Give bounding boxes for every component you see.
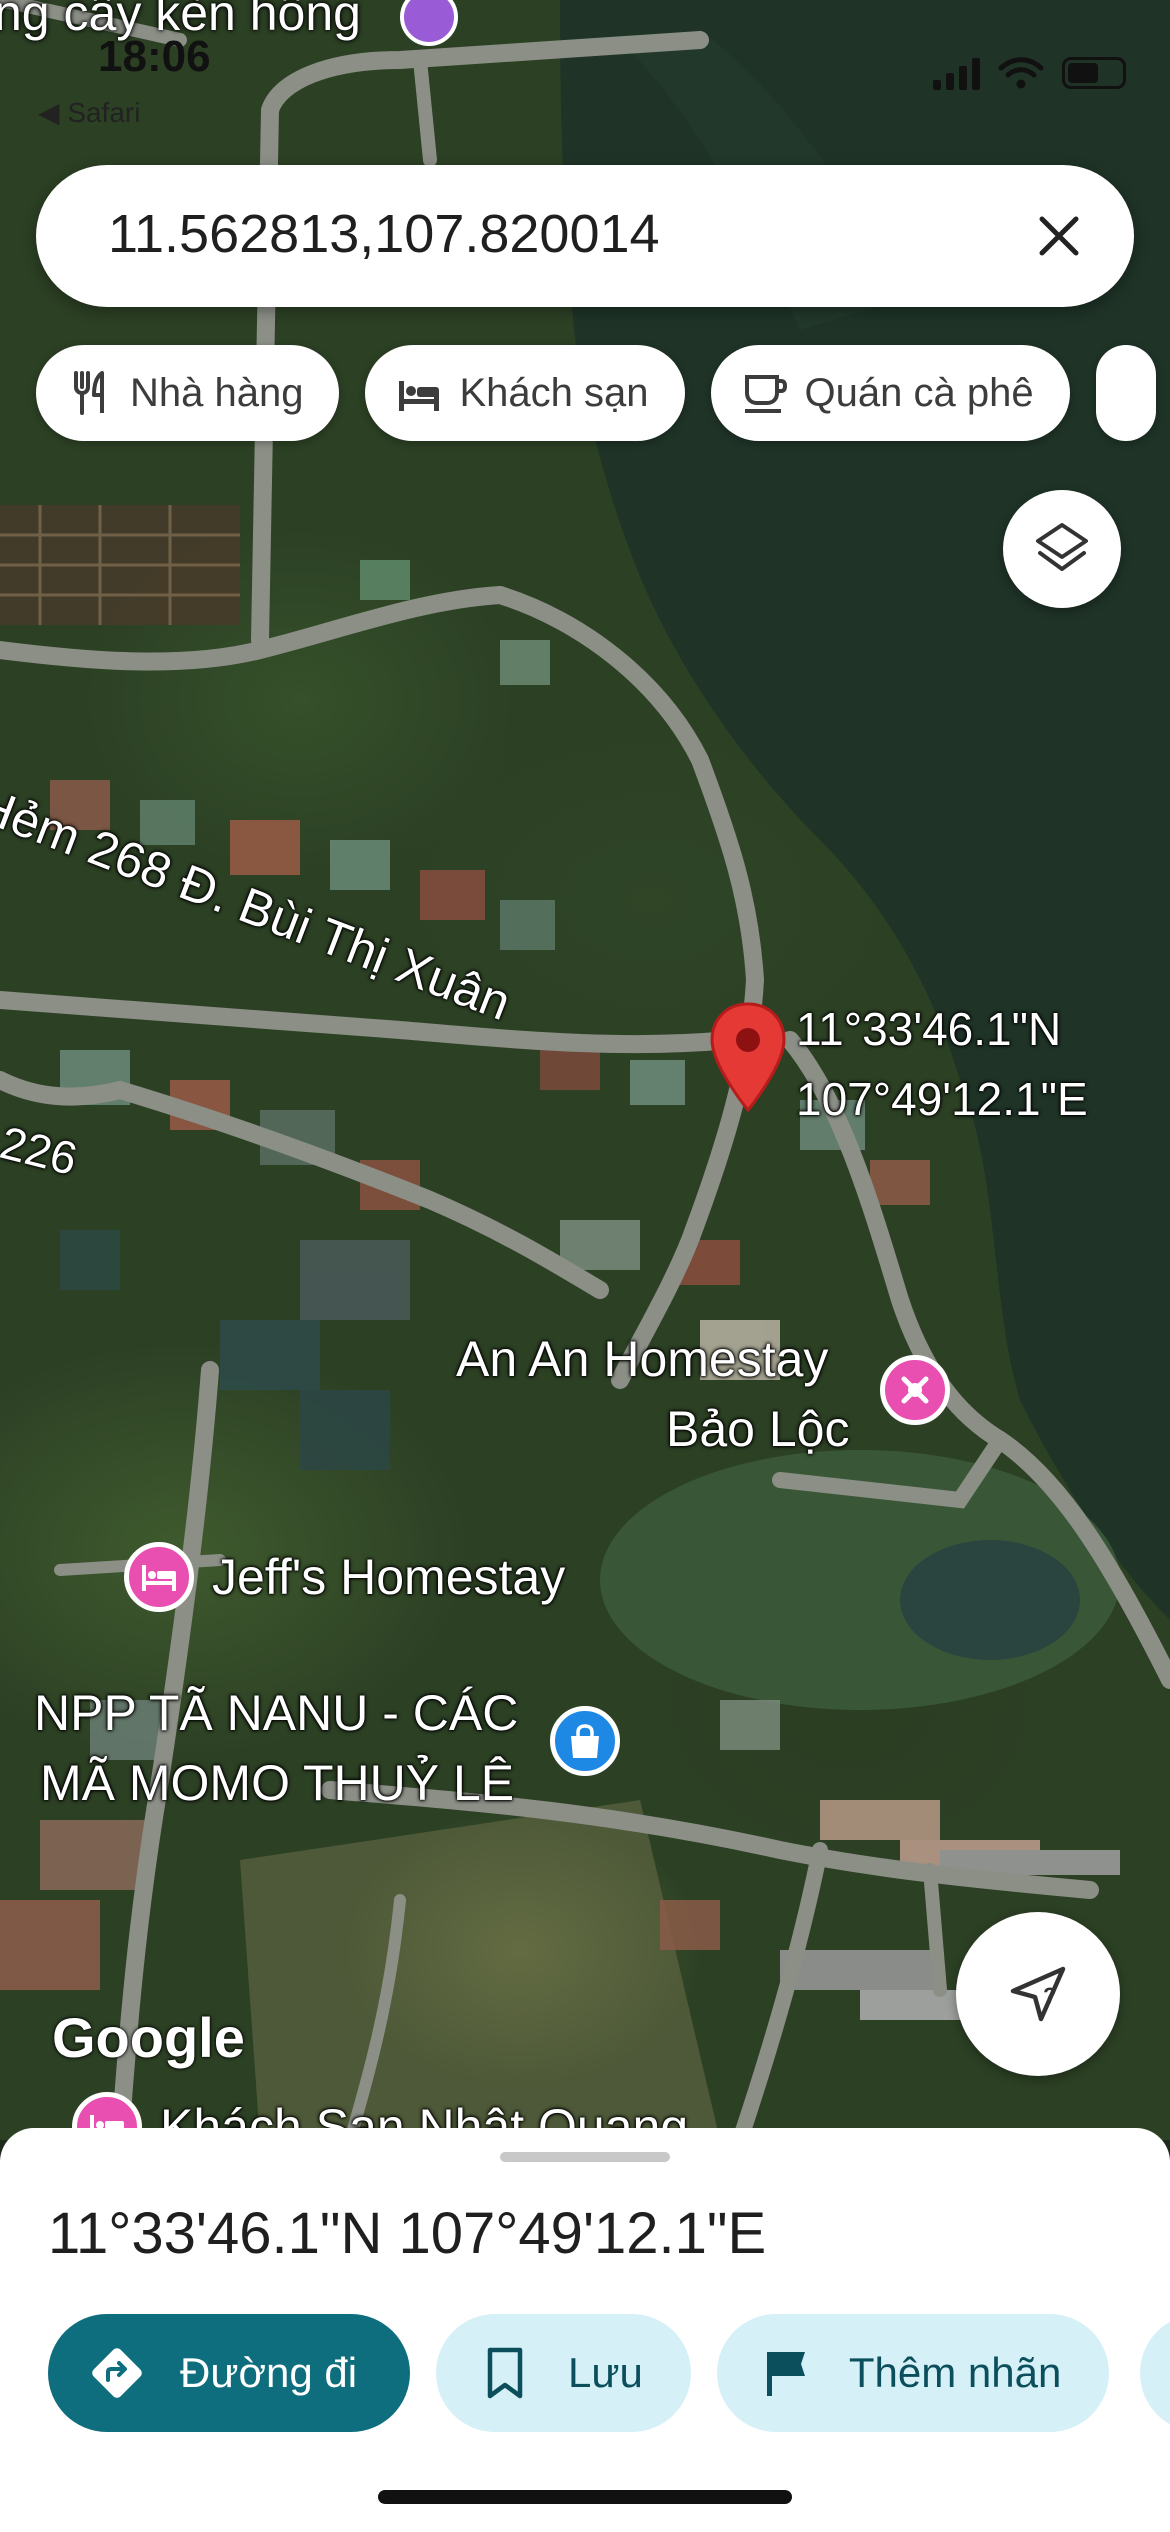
chip-label: Quán cà phê [804, 370, 1034, 415]
satellite-map[interactable]: ng cây kèn hồng 18:06 ◀ Safari 11.562813… [0, 0, 1170, 2140]
home-indicator [378, 2490, 792, 2504]
pin-lng-label: 107°49'12.1"E [796, 1073, 1088, 1125]
flag-icon [766, 2352, 805, 2396]
bookmark-icon [487, 2347, 523, 2399]
add-label-label: Thêm nhãn [848, 2349, 1062, 2396]
poi-label-npp-nanu-2[interactable]: MÃ MOMO THUỶ LÊ [40, 1754, 514, 1812]
svg-text:?: ? [1043, 1983, 1056, 2008]
search-bar[interactable]: 11.562813,107.820014 [36, 165, 1134, 307]
poi-label-jeffs-homestay[interactable]: Jeff's Homestay [212, 1548, 565, 1606]
status-bar: 18:06 ◀ Safari [0, 20, 1170, 128]
poi-label-npp-nanu[interactable]: NPP TÃ NANU - CÁC [34, 1684, 518, 1742]
drag-handle[interactable] [500, 2152, 670, 2162]
shopping-bag-icon [571, 1724, 599, 1758]
my-location-button[interactable]: ? [956, 1912, 1120, 2076]
category-chips: Nhà hàng Khách sạn Quán cà phê [36, 345, 1156, 441]
chip-label: Khách sạn [459, 370, 649, 415]
place-coordinates: 11°33'46.1"N 107°49'12.1"E [48, 2201, 767, 2266]
directions-icon [92, 2348, 142, 2398]
chip-hotels[interactable]: Khách sạn [365, 345, 685, 441]
poi-label-an-an-homestay-2[interactable]: Bảo Lộc [666, 1400, 849, 1458]
status-time: 18:06 [98, 32, 211, 81]
status-icons [933, 56, 1126, 90]
hotel-icon [399, 381, 440, 411]
layers-button[interactable] [1003, 490, 1121, 608]
poi-jeffs-homestay[interactable] [124, 1542, 194, 1612]
coffee-icon [744, 375, 787, 413]
poi-label-an-an-homestay[interactable]: An An Homestay [456, 1330, 828, 1388]
homestay-icon [901, 1376, 929, 1404]
chip-label: Nhà hàng [130, 370, 304, 415]
more-actions-button[interactable] [1140, 2314, 1170, 2432]
location-pin-icon[interactable] [708, 1000, 788, 1120]
chip-restaurants[interactable]: Nhà hàng [36, 345, 340, 441]
bottom-sheet[interactable]: 11°33'46.1"N 107°49'12.1"E Đường đi Lưu … [0, 2128, 1170, 2532]
chip-cafes[interactable]: Quán cà phê [710, 345, 1070, 441]
pin-lat-label: 11°33'46.1"N [796, 1003, 1062, 1055]
poi-npp-nanu[interactable] [550, 1706, 620, 1776]
back-to-app[interactable]: ◀ Safari [38, 96, 140, 129]
save-button[interactable]: Lưu [436, 2314, 691, 2432]
google-attribution: Google [52, 2006, 245, 2069]
add-label-button[interactable]: Thêm nhãn [716, 2314, 1110, 2432]
restaurant-icon [74, 371, 104, 415]
directions-label: Đường đi [180, 2349, 358, 2396]
search-query[interactable]: 11.562813,107.820014 [108, 203, 660, 265]
action-buttons: Đường đi Lưu Thêm nhãn [48, 2314, 1110, 2432]
poi-an-an-homestay[interactable] [880, 1355, 950, 1425]
save-label: Lưu [568, 2349, 643, 2396]
location-arrow-icon: ? [1010, 1966, 1066, 2022]
layers-icon [1036, 523, 1088, 571]
cellular-signal-icon [933, 56, 980, 90]
battery-icon [1062, 57, 1126, 89]
chip-more[interactable] [1095, 345, 1156, 441]
bed-icon [142, 1565, 176, 1591]
back-app-label: Safari [67, 97, 141, 128]
directions-button[interactable]: Đường đi [48, 2314, 410, 2432]
map-imagery [0, 0, 1170, 2140]
wifi-icon [998, 57, 1044, 89]
close-icon[interactable] [1030, 207, 1088, 265]
